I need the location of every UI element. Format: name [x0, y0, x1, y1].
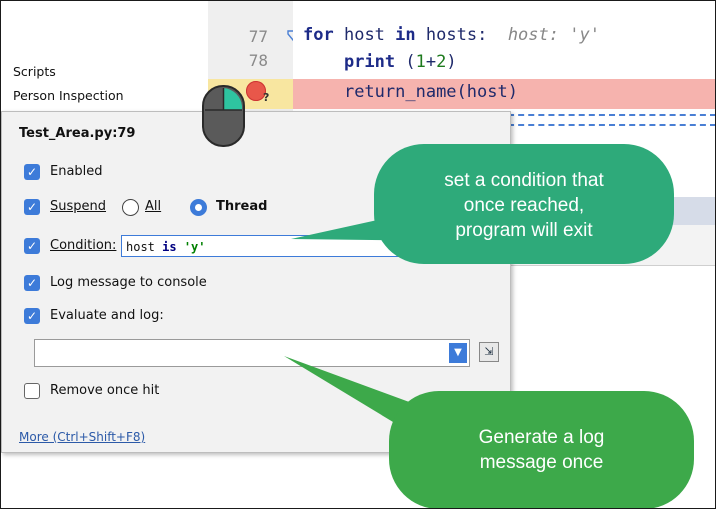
code-line-77: for host in hosts: host: 'y' [303, 25, 600, 45]
suspend-checkbox[interactable]: ✓ [24, 199, 40, 215]
project-item-person-inspection[interactable]: Person Inspection [13, 88, 124, 103]
code-line-79: return_name(host) [303, 82, 518, 102]
screenshot-frame: Scripts Person Inspection 77 78 for host… [0, 0, 716, 509]
code-line-78: print (1+2) [303, 52, 457, 72]
callout-log: Generate a log message once [389, 391, 694, 508]
condition-var: host [126, 240, 155, 254]
dialog-title: Test_Area.py:79 [19, 126, 136, 141]
line-number-78: 78 [248, 51, 268, 70]
code-var-host: host [343, 25, 385, 45]
more-link[interactable]: More (Ctrl+Shift+F8) [19, 430, 145, 444]
enabled-label: Enabled [50, 164, 103, 179]
mouse-icon [202, 85, 245, 147]
evaluate-log-checkbox[interactable]: ✓ [24, 308, 40, 324]
suspend-label: Suspend [50, 199, 107, 214]
code-keyword-in: in [395, 25, 416, 45]
callout-top-line3: program will exit [455, 220, 593, 241]
suspend-all-label: All [145, 199, 162, 214]
condition-label: Condition: [50, 238, 117, 253]
project-panel: Scripts Person Inspection [1, 1, 208, 111]
line-number-77: 77 [248, 27, 268, 46]
expand-editor-icon[interactable]: ⇲ [479, 342, 499, 362]
enabled-checkbox[interactable]: ✓ [24, 164, 40, 180]
code-call-return-name: return_name(host) [343, 82, 518, 102]
suspend-thread-radio[interactable] [190, 199, 207, 216]
callout-top-line2: once reached, [463, 195, 585, 216]
code-num-2: 2 [436, 52, 447, 72]
log-message-checkbox[interactable]: ✓ [24, 275, 40, 291]
callout-bottom-line2: message once [479, 452, 604, 473]
callout-top-line1: set a condition that [444, 170, 604, 191]
code-num-1: 1 [415, 52, 426, 72]
project-item-scripts[interactable]: Scripts [13, 64, 56, 79]
code-var-hosts: hosts: [425, 25, 488, 45]
evaluate-log-label: Evaluate and log: [50, 308, 164, 323]
condition-checkbox[interactable]: ✓ [24, 238, 40, 254]
remove-once-hit-checkbox[interactable] [24, 383, 40, 399]
condition-string: 'y' [183, 240, 206, 254]
evaluate-expression-input[interactable] [34, 339, 470, 367]
inline-debug-value: host: 'y' [507, 25, 600, 45]
suspend-thread-label: Thread [216, 199, 268, 214]
dropdown-arrow-icon[interactable]: ▼ [449, 343, 467, 363]
log-message-label: Log message to console [50, 275, 207, 290]
condition-marker-icon: ? [263, 91, 270, 104]
code-keyword-for: for [303, 25, 334, 45]
suspend-all-radio[interactable] [122, 199, 139, 216]
code-paren-open: ( [405, 52, 416, 72]
code-func-print: print [343, 52, 396, 72]
callout-condition: set a condition that once reached, progr… [374, 144, 674, 264]
callout-bottom-line1: Generate a log [478, 427, 605, 448]
condition-keyword: is [162, 240, 177, 254]
code-plus: + [425, 52, 437, 72]
code-paren-close: ) [446, 52, 457, 72]
remove-once-hit-label: Remove once hit [50, 383, 160, 398]
